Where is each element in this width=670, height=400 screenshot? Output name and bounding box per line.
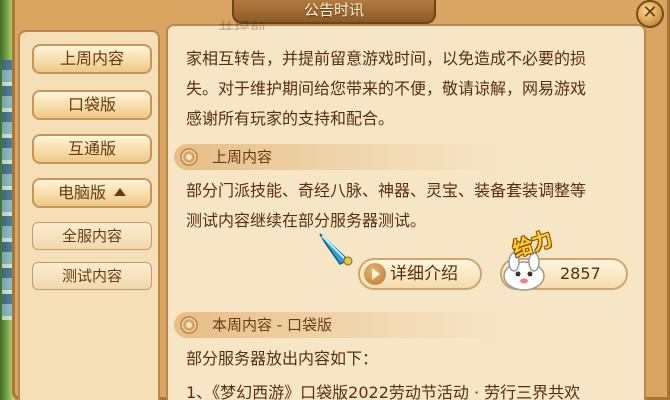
section-title: 本周内容 - 口袋版 xyxy=(212,316,332,334)
sidebar-item-mobile[interactable]: 口袋版 xyxy=(32,90,152,120)
sidebar-item-label: 互通版 xyxy=(67,139,116,158)
section-text-line: 部分门派技能、奇经八脉、神器、灵宝、装备套装调整等 xyxy=(186,181,587,200)
sidebar-item-cross-platform[interactable]: 互通版 xyxy=(32,134,152,164)
notice-paragraph-line: 感谢所有玩家的支持和配合。 xyxy=(186,109,395,128)
section-text-line: 1、《梦幻西游》口袋版2022劳动节活动 · 劳行三界共欢 xyxy=(186,383,581,400)
notice-paragraph-line: 失。对于维护期间给您带来的不便，敬请谅解，网易游戏 xyxy=(186,79,587,98)
section-header-this-week: 本周内容 - 口袋版 xyxy=(174,312,504,338)
section-text-line: 部分服务器放出内容如下： xyxy=(186,349,379,368)
sidebar-item-label: 测试内容 xyxy=(61,267,122,285)
detail-button-label: 详细介绍 xyxy=(390,264,458,284)
play-arrow-icon xyxy=(364,263,386,285)
sidebar-item-label: 电脑版 xyxy=(57,183,106,202)
section-title: 上周内容 xyxy=(212,148,273,166)
sidebar-subitem-all-servers[interactable]: 全服内容 xyxy=(32,222,152,250)
sidebar xyxy=(18,30,160,400)
sidebar-item-pc[interactable]: 电脑版 xyxy=(32,178,152,208)
sidebar-item-label: 口袋版 xyxy=(67,95,116,114)
section-text-line: 测试内容继续在部分服务器测试。 xyxy=(186,211,427,230)
swirl-icon xyxy=(180,148,198,166)
partial-top-line: ……并提前…… xyxy=(186,19,299,30)
detail-button[interactable]: 详细介绍 xyxy=(358,258,482,290)
sidebar-item-label: 全服内容 xyxy=(61,227,122,245)
sidebar-item-label: 上周内容 xyxy=(59,49,124,68)
cursor-icon xyxy=(319,233,353,266)
section-header-last-week: 上周内容 xyxy=(174,144,504,170)
caret-up-icon xyxy=(114,188,126,196)
like-count: 2857 xyxy=(560,264,601,283)
close-icon: ✕ xyxy=(642,2,658,23)
swirl-icon xyxy=(180,316,198,334)
sidebar-item-last-week[interactable]: 上周内容 xyxy=(32,44,152,74)
notice-paragraph-line: 家相互转告，并提前留意游戏时间，以免造成不必要的损 xyxy=(186,49,587,68)
sidebar-subitem-test[interactable]: 测试内容 xyxy=(32,262,152,290)
